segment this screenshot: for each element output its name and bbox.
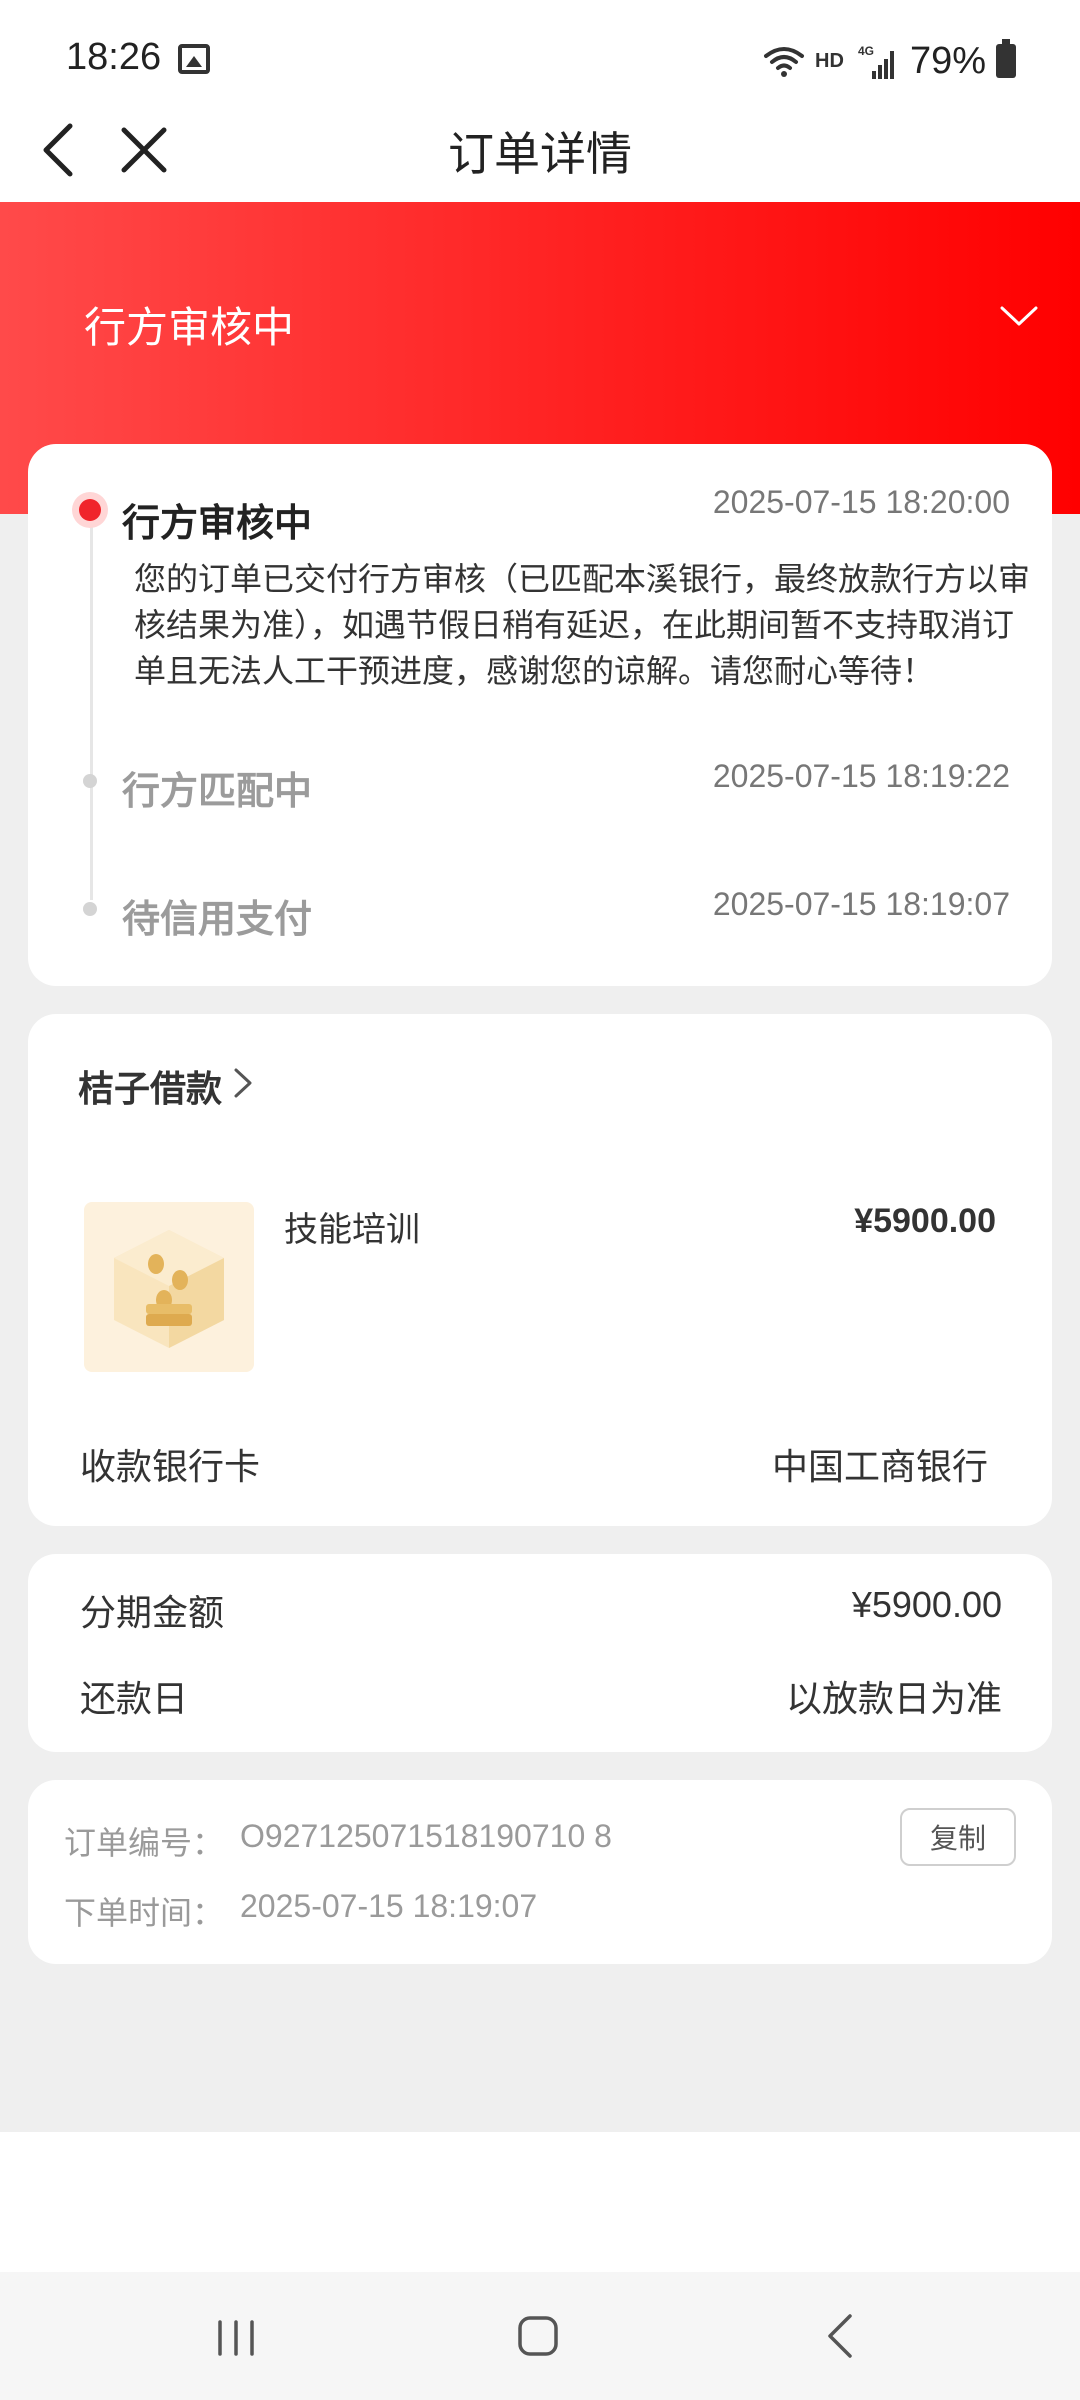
product-price: ¥5900.00 [854,1202,996,1240]
image-icon [178,44,210,74]
order-time-value: 2025-07-15 18:19:07 [240,1888,538,1924]
merchant-name[interactable]: 桔子借款 [78,1060,222,1112]
order-number-value: O927125071518190710 8 [240,1818,612,1854]
timeline-dot [83,774,97,788]
timeline-step-title: 行方审核中 [122,501,313,545]
order-time-label: 下单时间： [64,1894,225,1932]
product-card: 桔子借款 技能培训 ¥5900.00 收款银行卡 中国工商银行 [28,1014,1052,1526]
wifi-icon [764,47,805,77]
installment-amount-value: ¥5900.00 [851,1584,1002,1625]
chevron-right-icon[interactable] [232,1066,254,1100]
product-image [84,1202,254,1372]
timeline-dot [83,902,97,916]
network-type: HD [815,49,844,72]
repay-day-label: 还款日 [80,1679,189,1720]
recents-icon[interactable] [214,2318,258,2358]
timeline-line [90,516,93,900]
header-status-text: 行方审核中 [84,303,295,352]
bank-card-value: 中国工商银行 [771,1447,988,1488]
battery-percent: 79% [909,39,986,82]
product-name: 技能培训 [284,1210,420,1250]
copy-button[interactable]: 复制 [900,1808,1016,1866]
chevron-down-icon[interactable] [998,300,1040,330]
timeline-step-description: 您的订单已交付行方审核（已匹配本溪银行，最终放款行方以审核结果为准），如遇节假日… [134,560,1031,690]
timeline-dot-active [72,492,108,528]
installment-amount-label: 分期金额 [80,1593,225,1634]
order-info-card: 订单编号： O927125071518190710 8 复制 下单时间： 202… [28,1780,1052,1964]
home-icon[interactable] [516,2314,560,2358]
system-navigation-bar [0,2272,1080,2400]
timeline-step-title: 待信用支付 [122,897,313,941]
svg-text:4G: 4G [858,44,874,58]
order-number-label: 订单编号： [64,1824,225,1862]
timeline-step-title: 行方匹配中 [122,769,313,813]
coin-box-icon [114,1230,224,1348]
installment-card: 分期金额 ¥5900.00 还款日 以放款日为准 [28,1554,1052,1752]
signal-4g-icon: 4G [858,44,894,79]
bank-card-label: 收款银行卡 [80,1447,261,1488]
status-time: 18:26 [66,36,162,78]
system-back-icon[interactable] [824,2312,856,2360]
page-title: 订单详情 [448,127,632,181]
battery-icon [996,39,1016,78]
timeline-card: 行方审核中 2025-07-15 18:20:00 您的订单已交付行方审核（已匹… [28,444,1052,986]
top-nav-bar: 订单详情 [0,100,1080,200]
repay-day-value: 以放款日为准 [785,1679,1002,1720]
status-right: HD 4G 79% [763,36,1016,86]
timeline-step-time: 2025-07-15 18:19:22 [712,758,1010,794]
timeline-step-time: 2025-07-15 18:20:00 [712,484,1010,520]
timeline-step-time: 2025-07-15 18:19:07 [712,886,1010,922]
